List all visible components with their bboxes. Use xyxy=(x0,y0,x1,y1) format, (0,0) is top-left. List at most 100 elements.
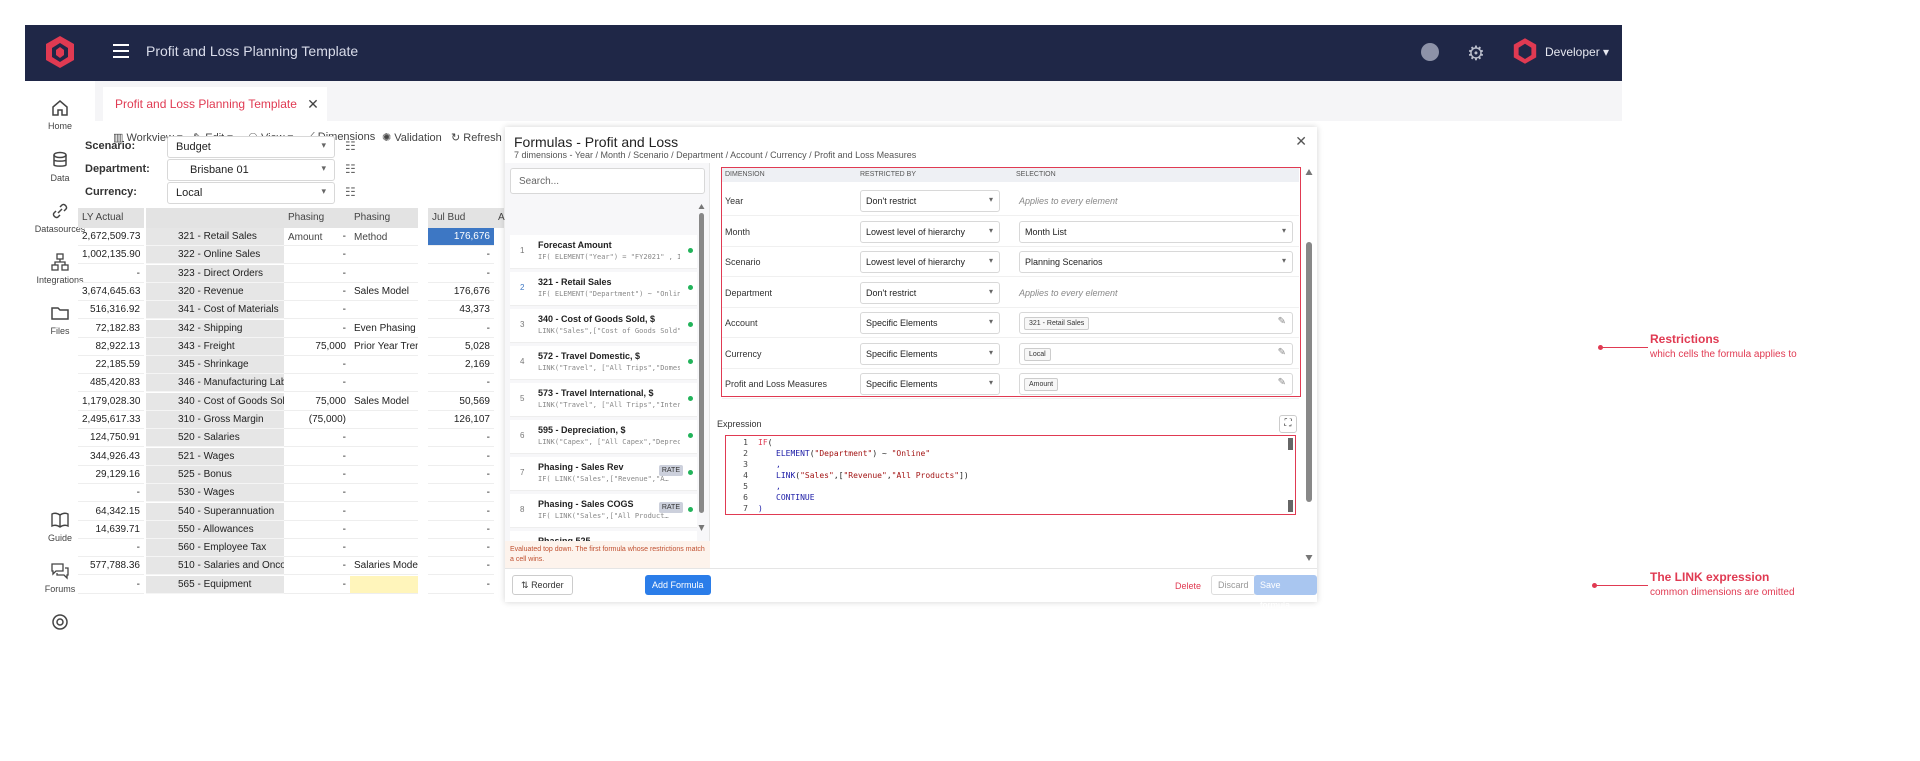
cell-jul-bud[interactable]: - xyxy=(428,374,494,393)
expand-icon[interactable]: ⛶ xyxy=(1279,415,1297,433)
cell-jul-bud[interactable]: - xyxy=(428,503,494,521)
restricted-by-select[interactable]: Lowest level of hierarchy ▾ xyxy=(860,251,1000,273)
cell-phasing-amount[interactable]: - xyxy=(284,429,350,448)
col-header-phasing-method[interactable]: Phasing Method xyxy=(350,208,418,243)
cell-ly-actual[interactable]: 1,002,135.90 xyxy=(78,246,144,265)
close-tab-icon[interactable]: ✕ xyxy=(307,87,319,121)
scenario-select[interactable]: Budget ▾ xyxy=(167,136,335,158)
cell-account[interactable]: 320 - Revenue xyxy=(146,282,284,301)
cell-phasing-amount[interactable]: - xyxy=(284,557,350,576)
close-icon[interactable]: ✕ xyxy=(1295,133,1307,150)
cell-phasing-method[interactable] xyxy=(350,301,418,320)
cell-jul-bud[interactable]: - xyxy=(428,448,494,466)
cell-phasing-amount[interactable]: - xyxy=(284,503,350,521)
col-header-jul-bud[interactable]: Jul Bud xyxy=(428,208,494,228)
cell-phasing-amount[interactable]: 75,000 xyxy=(284,338,350,356)
pencil-icon[interactable]: ✎ xyxy=(1278,316,1286,327)
nav-item-home[interactable]: Home xyxy=(25,99,95,131)
cell-phasing-amount[interactable]: - xyxy=(284,283,350,301)
dialog-scrollbar[interactable] xyxy=(1305,167,1313,563)
cell-account[interactable]: 322 - Online Sales xyxy=(146,246,284,265)
cell-phasing-method[interactable] xyxy=(350,466,418,484)
cell-ly-actual[interactable]: 344,926.43 xyxy=(78,448,144,466)
cell-ly-actual[interactable]: - xyxy=(78,576,144,594)
cell-phasing-method[interactable] xyxy=(350,503,418,521)
cell-ly-actual[interactable]: 124,750.91 xyxy=(78,429,144,448)
cell-phasing-amount[interactable]: - xyxy=(284,448,350,466)
cell-phasing-amount[interactable]: - xyxy=(284,576,350,594)
cell-phasing-method[interactable] xyxy=(350,429,418,448)
app-logo-icon[interactable] xyxy=(45,35,75,69)
cell-phasing-amount[interactable]: - xyxy=(284,265,350,283)
cell-account[interactable]: 340 - Cost of Goods Sold xyxy=(146,392,284,411)
cell-phasing-method[interactable] xyxy=(350,356,418,375)
cell-account[interactable]: 525 - Bonus xyxy=(146,465,284,484)
cell-jul-bud[interactable]: - xyxy=(428,484,494,503)
cell-ly-actual[interactable]: 485,420.83 xyxy=(78,374,144,393)
cell-account[interactable]: 310 - Gross Margin xyxy=(146,411,284,429)
cell-jul-bud[interactable]: - xyxy=(428,576,494,594)
cell-phasing-amount[interactable]: - xyxy=(284,356,350,375)
cell-phasing-amount[interactable]: - xyxy=(284,484,350,503)
cell-account[interactable]: 510 - Salaries and Oncosts xyxy=(146,557,284,576)
selection-chips-field[interactable]: 321 - Retail Sales ✎ xyxy=(1019,312,1293,334)
cell-jul-bud[interactable]: 126,107 xyxy=(428,411,494,429)
cell-jul-bud[interactable]: - xyxy=(428,246,494,265)
save-formula-button[interactable]: Save formula xyxy=(1254,575,1317,610)
hierarchy-icon[interactable]: ☷ xyxy=(345,139,356,153)
cell-ly-actual[interactable]: 64,342.15 xyxy=(78,503,144,521)
formula-list-scrollbar[interactable] xyxy=(698,203,705,533)
cell-phasing-method[interactable] xyxy=(350,575,418,594)
cell-account[interactable]: 321 - Retail Sales xyxy=(146,228,284,246)
cell-account[interactable]: 540 - Superannuation xyxy=(146,502,284,521)
tab-profit-and-loss[interactable]: Profit and Loss Planning Template ✕ xyxy=(103,87,327,121)
col-header-phasing-amount[interactable]: Phasing Amount xyxy=(284,208,350,243)
cell-phasing-amount[interactable]: - xyxy=(284,374,350,393)
restricted-by-select[interactable]: Specific Elements ▾ xyxy=(860,312,1000,334)
hierarchy-icon[interactable]: ☷ xyxy=(345,162,356,176)
back-icon[interactable] xyxy=(1421,43,1439,61)
department-select[interactable]: Brisbane 01 ▾ xyxy=(167,159,335,181)
cell-jul-bud[interactable]: - xyxy=(428,466,494,484)
cell-account[interactable]: 520 - Salaries xyxy=(146,429,284,448)
cell-phasing-method[interactable]: Sales Model xyxy=(350,393,418,411)
cell-ly-actual[interactable]: - xyxy=(78,539,144,558)
settings-gear-icon[interactable]: ⚙ xyxy=(1467,41,1485,66)
cell-jul-bud[interactable]: 2,169 xyxy=(428,356,494,375)
restricted-by-select[interactable]: Don't restrict ▾ xyxy=(860,281,1000,304)
cell-jul-bud[interactable]: - xyxy=(428,429,494,448)
cell-phasing-amount[interactable]: (75,000) xyxy=(284,411,350,429)
cell-phasing-amount[interactable]: - xyxy=(284,521,350,539)
formula-list-item[interactable]: 8 Phasing - Sales COGS IF( LINK("Sales",["… xyxy=(510,494,697,528)
menu-icon[interactable] xyxy=(113,44,129,60)
cell-phasing-method[interactable]: Salaries Model xyxy=(350,557,418,576)
selection-select[interactable]: Planning Scenarios ▾ xyxy=(1019,251,1293,273)
expression-editor[interactable]: 1 IF( 2 ELEMENT("Department") ~ "Online" 3… xyxy=(725,435,1296,515)
cell-phasing-amount[interactable]: - xyxy=(284,539,350,558)
cell-phasing-method[interactable] xyxy=(350,521,418,539)
cell-account[interactable]: 521 - Wages xyxy=(146,447,284,466)
cell-account[interactable]: 346 - Manufacturing Labour xyxy=(146,374,284,393)
cell-account[interactable]: 345 - Shrinkage xyxy=(146,356,284,375)
currency-select[interactable]: Local ▾ xyxy=(167,182,335,204)
cell-ly-actual[interactable]: 14,639.71 xyxy=(78,521,144,539)
cell-jul-bud[interactable]: - xyxy=(428,539,494,558)
cell-jul-bud[interactable]: - xyxy=(428,265,494,283)
cell-phasing-method[interactable]: Prior Year Trend xyxy=(350,338,418,356)
cell-ly-actual[interactable]: - xyxy=(78,265,144,283)
discard-button[interactable]: Discard xyxy=(1211,575,1256,595)
cell-jul-bud[interactable]: - xyxy=(428,557,494,576)
selection-select[interactable]: Month List ▾ xyxy=(1019,220,1293,243)
cell-ly-actual[interactable]: 2,495,617.33 xyxy=(78,411,144,429)
formula-list-item[interactable]: 3 340 - Cost of Goods Sold, $ LINK("Sales"… xyxy=(510,309,697,343)
cell-phasing-amount[interactable]: - xyxy=(284,320,350,338)
cell-ly-actual[interactable]: 577,788.36 xyxy=(78,557,144,576)
cell-phasing-method[interactable] xyxy=(350,448,418,466)
pencil-icon[interactable]: ✎ xyxy=(1278,377,1286,388)
cell-jul-bud[interactable]: 5,028 xyxy=(428,338,494,356)
restricted-by-select[interactable]: Don't restrict ▾ xyxy=(860,190,1000,212)
cell-phasing-method[interactable] xyxy=(350,539,418,558)
selection-chips-field[interactable]: Amount ✎ xyxy=(1019,373,1293,395)
validation-button[interactable]: ✺ Validation xyxy=(382,131,442,144)
col-header-ly-actual[interactable]: LY Actual xyxy=(78,208,144,228)
